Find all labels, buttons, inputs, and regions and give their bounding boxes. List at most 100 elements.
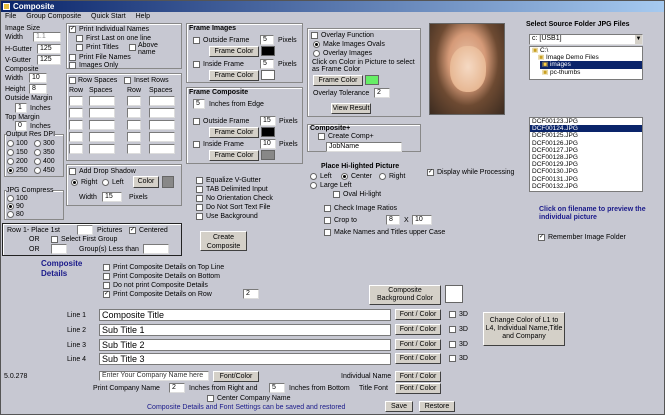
individual-name-font-button[interactable]: Font / Color [395, 371, 441, 382]
fi-inside-frame-checkbox[interactable] [193, 61, 200, 68]
company-font-button[interactable]: Font/Color [213, 371, 259, 382]
fc-inside-frame-checkbox[interactable] [193, 141, 200, 148]
upper-case-checkbox[interactable] [324, 229, 331, 236]
above-name-checkbox[interactable] [129, 44, 136, 51]
row-input-4[interactable] [69, 132, 83, 142]
dpi-400-radio[interactable] [34, 158, 41, 165]
fc-outside-frame-checkbox[interactable] [193, 118, 200, 125]
inset-spaces-input-1[interactable] [149, 96, 175, 106]
fi-outside-frame-color-button[interactable]: Frame Color [209, 46, 259, 57]
line-3-input[interactable]: Sub Title 2 [99, 339, 391, 351]
oval-hilight-checkbox[interactable] [333, 191, 340, 198]
inset-row-input-5[interactable] [127, 144, 141, 154]
shadow-right-radio[interactable] [71, 179, 78, 186]
center-company-checkbox[interactable] [207, 395, 214, 402]
equalize-vgutter-checkbox[interactable] [196, 177, 203, 184]
make-ovals-radio[interactable] [313, 41, 320, 48]
details-top-line-checkbox[interactable] [103, 264, 110, 271]
menu-file[interactable]: File [5, 13, 16, 20]
line-4-input[interactable]: Sub Title 3 [99, 353, 391, 365]
centered-checkbox[interactable]: ✓ [129, 227, 136, 234]
tab-delimited-checkbox[interactable] [196, 186, 203, 193]
row-input-5[interactable] [69, 144, 83, 154]
company-right-input[interactable]: 2 [169, 383, 185, 393]
fc-inside-frame-color-button[interactable]: Frame Color [209, 150, 259, 161]
menu-quick-start[interactable]: Quick Start [91, 13, 126, 20]
print-individual-names-checkbox[interactable]: ✓ [69, 26, 76, 33]
file-item[interactable]: DCF00132.JPG [530, 183, 642, 190]
menu-group-composite[interactable]: Group Composite [26, 13, 81, 20]
top-margin-input[interactable]: 0 [15, 121, 27, 131]
line-2-input[interactable]: Sub Title 1 [99, 324, 391, 336]
jpg-80-radio[interactable] [7, 211, 14, 218]
dpi-250-radio[interactable] [7, 167, 14, 174]
inset-rows-checkbox[interactable] [124, 77, 131, 84]
company-bottom-input[interactable]: 5 [269, 383, 285, 393]
display-processing-checkbox[interactable]: ✓ [427, 169, 434, 176]
inset-row-input-3[interactable] [127, 120, 141, 130]
tree-image-demo[interactable]: ▣ Image Demo Files [530, 54, 642, 61]
details-no-print-checkbox[interactable] [103, 282, 110, 289]
details-bottom-checkbox[interactable] [103, 273, 110, 280]
spaces-input-5[interactable] [89, 144, 115, 154]
inset-spaces-input-4[interactable] [149, 132, 175, 142]
overlay-frame-color-button[interactable]: Frame Color [313, 75, 363, 86]
dpi-450-radio[interactable] [34, 167, 41, 174]
first-last-checkbox[interactable] [76, 35, 83, 42]
jpg-100-radio[interactable] [7, 195, 14, 202]
hgutter-input[interactable]: 125 [37, 44, 61, 54]
tree-root[interactable]: ▣ C:\ [530, 47, 642, 54]
print-file-names-checkbox[interactable] [69, 54, 76, 61]
check-ratios-checkbox[interactable] [324, 205, 331, 212]
inset-spaces-input-2[interactable] [149, 108, 175, 118]
line-2-font-button[interactable]: Font / Color [395, 324, 441, 335]
fc-inside-pixels-input[interactable]: 10 [260, 139, 276, 149]
inset-row-input-2[interactable] [127, 108, 141, 118]
spaces-input-4[interactable] [89, 132, 115, 142]
line-2-3d-checkbox[interactable] [449, 326, 456, 333]
file-item[interactable]: DCF00126.JPG [530, 140, 642, 147]
line-1-input[interactable]: Composite Title [99, 309, 391, 321]
file-item[interactable]: DCF00125.JPG [530, 132, 642, 139]
save-button[interactable]: Save [385, 401, 413, 412]
details-on-row-checkbox[interactable]: ✓ [103, 291, 110, 298]
select-first-group-checkbox[interactable] [51, 236, 58, 243]
inset-row-input-1[interactable] [127, 96, 141, 106]
file-item[interactable]: DCF00128.JPG [530, 154, 642, 161]
dpi-100-radio[interactable] [7, 140, 14, 147]
job-name-input[interactable]: JobName [326, 142, 402, 152]
composite-height-input[interactable]: 8 [29, 84, 47, 94]
jpg-90-radio[interactable] [7, 203, 14, 210]
add-drop-shadow-checkbox[interactable] [69, 168, 76, 175]
view-result-button[interactable]: View Result [331, 103, 371, 114]
shadow-color-button[interactable]: Color [133, 176, 159, 188]
line-1-font-button[interactable]: Font / Color [395, 309, 441, 320]
inset-spaces-input-5[interactable] [149, 144, 175, 154]
dpi-150-radio[interactable] [7, 149, 14, 156]
dpi-300-radio[interactable] [34, 140, 41, 147]
tree-images[interactable]: ▣ images [540, 61, 642, 69]
no-sort-checkbox[interactable] [196, 204, 203, 211]
row-spaces-checkbox[interactable] [69, 77, 76, 84]
drive-select[interactable]: c: [USB1] [529, 34, 643, 45]
line-3-3d-checkbox[interactable] [449, 341, 456, 348]
fi-inside-frame-color-button[interactable]: Frame Color [209, 70, 259, 81]
images-only-checkbox[interactable] [69, 62, 76, 69]
fc-edge-input[interactable]: 5 [193, 99, 205, 109]
overlay-images-radio[interactable] [313, 50, 320, 57]
fc-outside-pixels-input[interactable]: 15 [260, 116, 276, 126]
print-titles-checkbox[interactable] [76, 44, 83, 51]
use-background-checkbox[interactable] [196, 213, 203, 220]
chevron-down-icon[interactable]: ▼ [635, 35, 642, 44]
row-input-1[interactable] [69, 96, 83, 106]
file-item[interactable]: DCF00129.JPG [530, 161, 642, 168]
fi-outside-frame-checkbox[interactable] [193, 37, 200, 44]
menu-help[interactable]: Help [136, 13, 150, 20]
file-item[interactable]: DCF00127.JPG [530, 147, 642, 154]
file-list[interactable]: DCF00123.JPG DCF00124.JPG DCF00125.JPG D… [529, 117, 643, 192]
spaces-input-3[interactable] [89, 120, 115, 130]
inset-row-input-4[interactable] [127, 132, 141, 142]
groups-less-value-input[interactable] [143, 244, 169, 254]
row1-pictures-input[interactable] [77, 225, 93, 235]
tree-pc-thumbs[interactable]: ▣ pc-thumbs [530, 69, 642, 76]
